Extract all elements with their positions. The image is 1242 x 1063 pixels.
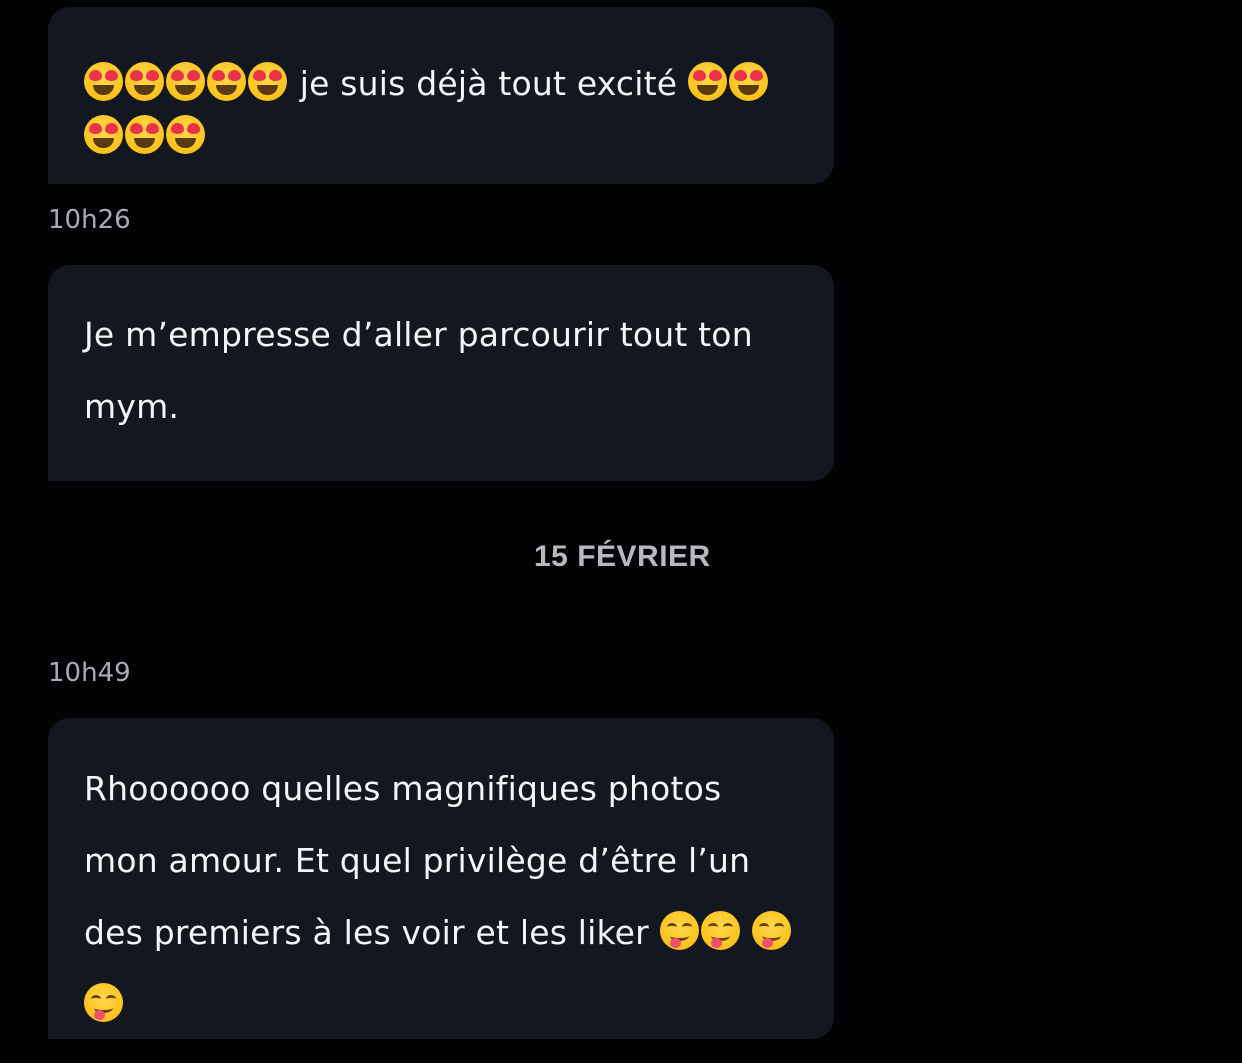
heart-eyes-emoji-icon (84, 115, 123, 154)
message-timestamp: 10h49 (48, 658, 131, 688)
heart-eyes-emoji-icon (207, 62, 246, 101)
message-bubble[interactable]: Je m’empresse d’aller parcourir tout ton… (48, 265, 834, 481)
message-timestamp: 10h26 (48, 205, 131, 235)
heart-eyes-emoji-icon (125, 62, 164, 101)
heart-eyes-emoji-icon (84, 62, 123, 101)
heart-eyes-emoji-icon (166, 62, 205, 101)
yum-face-emoji-icon (700, 911, 740, 950)
heart-eyes-emoji-icon (248, 62, 287, 101)
message-text: Je m’empresse d’aller parcourir tout ton… (84, 315, 753, 426)
heart-eyes-emoji-icon (166, 115, 205, 154)
message-text-content: je suis déjà tout excité (299, 64, 678, 103)
heart-eyes-emoji-icon (728, 62, 768, 101)
heart-eyes-emoji-icon (125, 115, 164, 154)
heart-eyes-emoji-icon (687, 62, 727, 101)
message-text: Rhoooooo quelles magnifiques photos mon … (84, 753, 798, 1039)
yum-face-emoji-icon (752, 911, 792, 950)
message-bubble[interactable]: je suis déjà tout excité (48, 7, 834, 184)
message-text-content: Rhoooooo quelles magnifiques photos mon … (84, 769, 751, 952)
message-text: je suis déjà tout excité (84, 57, 798, 163)
yum-face-emoji-icon (659, 911, 699, 950)
date-separator: 15 FÉVRIER (534, 540, 711, 573)
yum-face-emoji-icon (84, 983, 123, 1022)
message-bubble[interactable]: Rhoooooo quelles magnifiques photos mon … (48, 718, 834, 1039)
